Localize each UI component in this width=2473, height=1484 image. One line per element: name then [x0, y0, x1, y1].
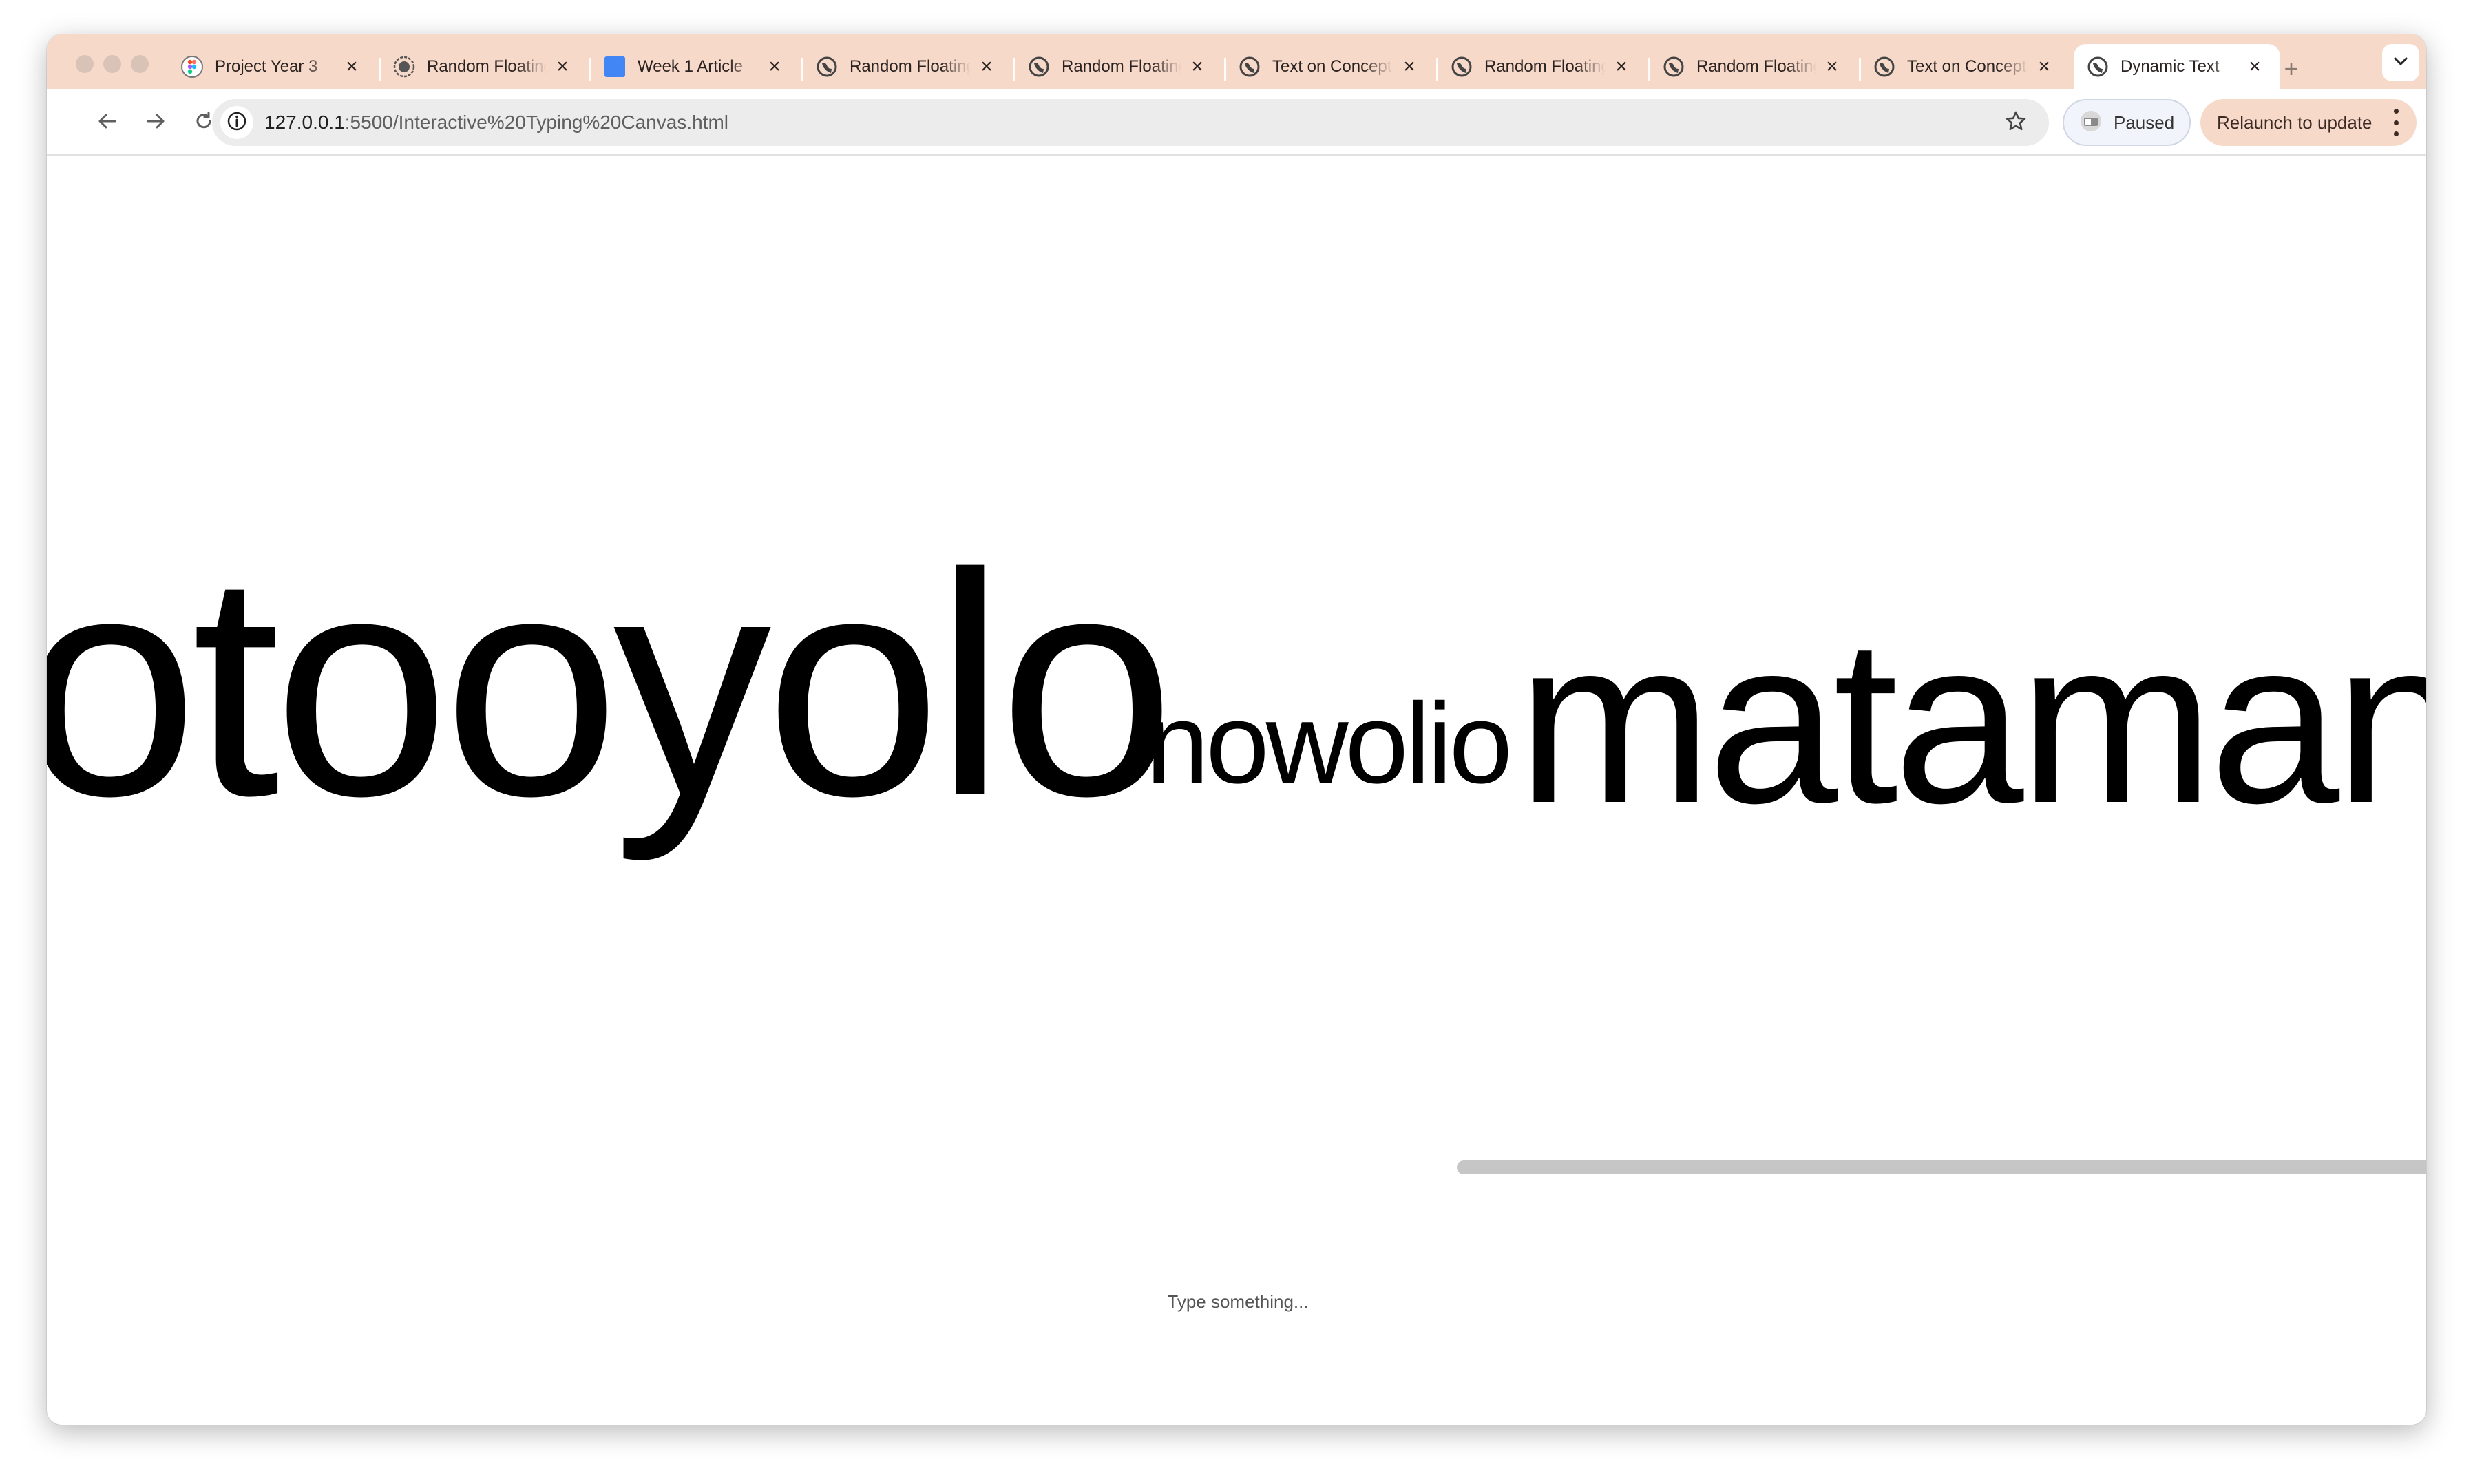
window-minimize-control[interactable] [103, 55, 121, 73]
canvas-word: nowolio [1146, 680, 1513, 807]
back-button[interactable] [92, 107, 123, 138]
browser-toolbar: 127.0.0.1:5500/Interactive%20Typing%20Ca… [47, 89, 2426, 156]
forward-button[interactable] [140, 107, 171, 138]
profile-chip-label: Paused [2114, 112, 2175, 133]
tab-random-floating[interactable]: Random Floating × [380, 44, 588, 89]
relaunch-to-update-button[interactable]: Relaunch to update [2200, 99, 2417, 146]
tab-title: Random Floating [1484, 57, 1606, 76]
page-viewport: otooyolo nowolio mataman [47, 156, 2426, 1425]
tab-title: Random Floating [1062, 57, 1181, 76]
close-icon[interactable]: × [552, 55, 573, 78]
tab-title: Random Floating [850, 57, 971, 76]
globe-icon [1873, 55, 1896, 78]
tab-title: Dynamic Text [2121, 57, 2220, 76]
globe-icon [1238, 55, 1261, 78]
site-info-button[interactable] [220, 106, 253, 139]
bookmark-button[interactable] [2002, 109, 2030, 136]
window-close-control[interactable] [76, 55, 94, 73]
tab-random-floating[interactable]: Random Floating × [803, 44, 1012, 89]
tab-dynamic-text[interactable]: Dynamic Text × [2074, 44, 2280, 89]
tab-title: Project Year 3 [215, 57, 318, 76]
globe-icon [1450, 55, 1473, 78]
tab-title: Text on Concept [1907, 57, 2027, 76]
tab-title: Week 1 Article [638, 57, 743, 76]
tab-text-on-concept[interactable]: Text on Concept × [1860, 44, 2070, 89]
reload-icon [193, 111, 214, 135]
close-icon[interactable]: × [1611, 55, 1632, 78]
close-icon[interactable]: × [1187, 55, 1208, 78]
tab-random-floating[interactable]: Random Floating × [1015, 44, 1223, 89]
close-icon[interactable]: × [764, 55, 785, 78]
globe-icon [1662, 55, 1685, 78]
browser-window: Project Year 3 × Random Floating × Week … [47, 34, 2426, 1425]
arrow-left-icon [97, 111, 118, 135]
close-icon[interactable]: × [2034, 55, 2054, 78]
arrow-right-icon [145, 111, 166, 135]
tab-week-1-article[interactable]: Week 1 Article × [591, 44, 800, 89]
close-icon[interactable]: × [2244, 55, 2265, 78]
profile-paused-chip[interactable]: Paused [2063, 99, 2191, 146]
star-icon [2005, 110, 2027, 136]
close-icon[interactable]: × [976, 55, 997, 78]
tab-strip: Project Year 3 × Random Floating × Week … [47, 34, 2426, 89]
canvas-word: mataman [1517, 591, 2426, 852]
avatar [2079, 109, 2103, 136]
figma-icon [180, 55, 204, 78]
globe-icon [1027, 55, 1051, 78]
tab-project-year-3[interactable]: Project Year 3 × [168, 44, 377, 89]
tab-title: Random Floating [427, 57, 547, 76]
typing-input[interactable] [1030, 1280, 1446, 1323]
tab-title: Random Floating [1696, 57, 1816, 76]
tab-random-floating[interactable]: Random Floating × [1438, 44, 1647, 89]
tab-text-on-concept[interactable]: Text on Concept × [1225, 44, 1435, 89]
url-host: 127.0.0.1 [264, 112, 345, 133]
address-bar[interactable]: 127.0.0.1:5500/Interactive%20Typing%20Ca… [212, 99, 2049, 146]
url-path: :5500/Interactive%20Typing%20Canvas.html [344, 112, 728, 133]
canvas-word: otooyolo [47, 509, 1175, 862]
horizontal-scrollbar-thumb[interactable] [1457, 1160, 2426, 1174]
chevron-down-icon [2393, 56, 2408, 70]
relaunch-label: Relaunch to update [2217, 112, 2372, 133]
url-text[interactable]: 127.0.0.1:5500/Interactive%20Typing%20Ca… [264, 99, 728, 146]
info-icon [227, 111, 247, 135]
globe-icon [392, 55, 416, 78]
tab-random-floating[interactable]: Random Floating × [1650, 44, 1858, 89]
globe-icon [815, 55, 839, 78]
close-icon[interactable]: × [341, 55, 362, 78]
more-menu-icon[interactable] [2392, 109, 2400, 136]
tab-search-button[interactable] [2382, 44, 2419, 81]
window-zoom-control[interactable] [131, 55, 149, 73]
tab-title: Text on Concept [1272, 57, 1392, 76]
close-icon[interactable]: × [1822, 55, 1842, 78]
close-icon[interactable]: × [1399, 55, 1420, 78]
globe-icon [2086, 55, 2109, 78]
doc-icon [603, 55, 627, 78]
new-tab-button[interactable]: + [2277, 54, 2305, 83]
